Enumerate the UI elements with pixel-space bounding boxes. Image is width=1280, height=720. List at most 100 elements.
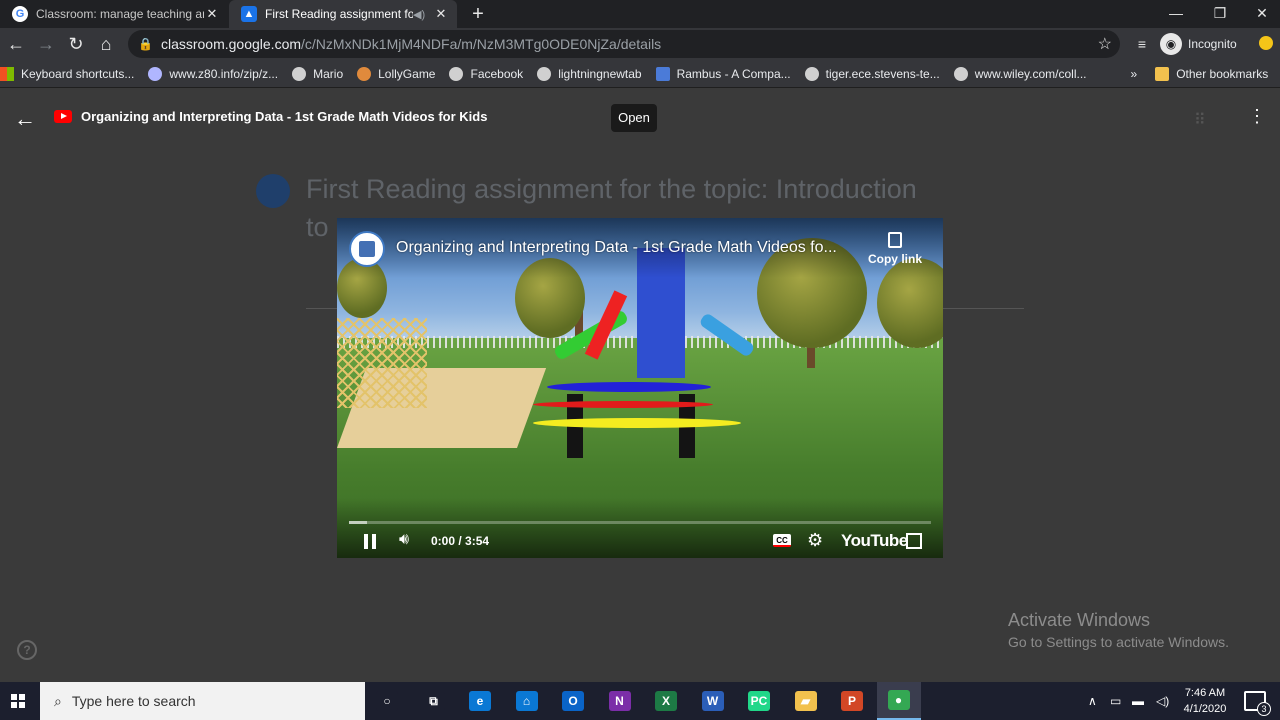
taskbar-outlook-icon[interactable]: O — [551, 682, 595, 720]
clock[interactable]: 7:46 AM 4/1/2020 — [1180, 685, 1230, 717]
maximize-button[interactable]: ❐ — [1198, 0, 1242, 28]
lock-icon[interactable]: 🔒 — [138, 37, 153, 51]
onenote-icon: N — [608, 691, 631, 711]
bookmark-z80[interactable]: www.z80.info/zip/z... — [148, 66, 278, 81]
other-bookmarks-folder[interactable]: Other bookmarks — [1155, 66, 1268, 81]
back-button[interactable]: ← — [4, 32, 28, 56]
google-favicon-icon: G — [12, 6, 28, 22]
incognito-indicator[interactable]: ◉ Incognito — [1160, 31, 1237, 57]
taskbar-pycharm-icon[interactable]: PC — [737, 682, 781, 720]
bookmark-mario[interactable]: Mario — [292, 66, 343, 81]
taskbar-edge-icon[interactable]: e — [458, 682, 502, 720]
reload-button[interactable]: ↻ — [64, 32, 88, 56]
taskbar-file-explorer-icon[interactable]: ▰ — [784, 682, 828, 720]
time-display: 0:00 / 3:54 — [431, 534, 490, 548]
bookmark-rambus[interactable]: Rambus - A Compa... — [655, 66, 791, 81]
tab-classroom[interactable]: G Classroom: manage teaching anc ✕ — [0, 0, 228, 28]
excel-icon: X — [655, 691, 677, 711]
taskbar-store-icon[interactable]: ⌂ — [505, 682, 549, 720]
pycharm-icon: PC — [748, 691, 770, 711]
taskbar-search[interactable]: ⌕ Type here to search — [40, 682, 365, 720]
channel-avatar[interactable] — [349, 231, 385, 267]
action-center-icon[interactable]: 3 — [1244, 691, 1271, 716]
globe-icon — [804, 66, 819, 81]
table-bench-yellow — [533, 418, 741, 428]
copy-icon — [888, 232, 902, 248]
bookmark-facebook[interactable]: Facebook — [449, 66, 524, 81]
lollygame-icon — [357, 66, 372, 81]
windows-logo-icon — [0, 66, 14, 81]
bookmark-wiley[interactable]: www.wiley.com/coll... — [953, 66, 1087, 81]
taskbar-chrome-icon[interactable]: ● — [876, 682, 921, 720]
captions-button[interactable]: CC — [773, 534, 791, 547]
word-icon: W — [701, 691, 724, 711]
rambus-icon — [655, 66, 670, 81]
chrome-icon: ● — [887, 690, 910, 710]
forward-button[interactable]: → — [34, 32, 58, 56]
help-icon[interactable]: ? — [17, 640, 37, 660]
youtube-logo-button[interactable]: YouTube — [841, 531, 908, 551]
bookmark-label: LollyGame — [378, 66, 436, 81]
globe-icon — [292, 66, 307, 81]
search-icon: ⌕ — [54, 692, 62, 709]
bookmark-label: Keyboard shortcuts... — [21, 66, 135, 81]
viewer-title: Organizing and Interpreting Data - 1st G… — [81, 109, 488, 124]
close-window-button[interactable]: ✕ — [1240, 0, 1280, 28]
bookmark-stevens[interactable]: tiger.ece.stevens-te... — [804, 66, 940, 81]
tab-assignment[interactable]: ▲ First Reading assignment for ◀) ✕ — [229, 0, 457, 28]
video-player[interactable]: Organizing and Interpreting Data - 1st G… — [337, 218, 943, 558]
copy-link-button[interactable]: Copy link — [867, 232, 923, 266]
new-tab-button[interactable]: + — [466, 2, 490, 26]
clock-date: 4/1/2020 — [1183, 703, 1227, 715]
taskbar-cortana-icon[interactable]: ○ — [365, 682, 409, 720]
pause-button[interactable] — [361, 531, 381, 553]
notification-count: 3 — [1257, 702, 1271, 716]
globe-icon — [449, 66, 464, 81]
minimize-button[interactable]: — — [1154, 0, 1198, 28]
climbing-frame — [337, 318, 427, 408]
bookmark-keyboard-shortcuts[interactable]: Keyboard shortcuts... — [0, 66, 135, 81]
player-video-title[interactable]: Organizing and Interpreting Data - 1st G… — [396, 239, 837, 257]
tab-strip: G Classroom: manage teaching anc ✕ ▲ Fir… — [0, 0, 1280, 28]
start-button[interactable] — [0, 682, 38, 720]
mute-tab-icon[interactable]: ◀) — [413, 8, 429, 21]
bookmark-star-icon[interactable]: ☆ — [1098, 34, 1112, 54]
battery-icon[interactable]: ▬ — [1132, 682, 1144, 720]
taskbar-onenote-icon[interactable]: N — [598, 682, 642, 720]
tray-overflow-icon[interactable]: ∧ — [1088, 682, 1097, 720]
bookmarks-bar: Keyboard shortcuts... www.z80.info/zip/z… — [0, 60, 1280, 88]
assignment-icon — [256, 174, 290, 208]
task-view-icon: ⧉ — [422, 691, 445, 711]
taskbar-powerpoint-icon[interactable]: P — [830, 682, 874, 720]
settings-gear-icon[interactable]: ⚙ — [807, 530, 823, 551]
store-icon: ⌂ — [515, 691, 538, 711]
wiley-icon — [953, 66, 968, 81]
extension-icon[interactable] — [1254, 32, 1278, 56]
network-icon[interactable]: ▭ — [1110, 682, 1121, 720]
apps-grid-icon[interactable]: ⠿ — [1194, 110, 1210, 129]
close-tab-icon[interactable]: ✕ — [204, 6, 220, 22]
windows-logo-icon — [11, 694, 17, 700]
close-tab-icon[interactable]: ✕ — [433, 6, 449, 22]
open-button[interactable]: Open — [611, 104, 657, 132]
bookmark-label: www.wiley.com/coll... — [974, 66, 1087, 81]
address-bar[interactable]: 🔒 classroom.google.com/c/NzMxNDk1MjM4NDF… — [128, 30, 1120, 58]
more-options-icon[interactable]: ⋮ — [1248, 106, 1266, 127]
bookmarks-overflow-button[interactable]: » — [1131, 67, 1138, 81]
taskbar-word-icon[interactable]: W — [691, 682, 735, 720]
taskbar-task-view-icon[interactable]: ⧉ — [412, 682, 456, 720]
media-control-icon[interactable]: ≡ — [1130, 32, 1154, 56]
bookmark-label: Facebook — [470, 66, 524, 81]
taskbar-excel-icon[interactable]: X — [644, 682, 688, 720]
classroom-favicon-icon: ▲ — [241, 6, 257, 22]
speaker-icon[interactable]: ◁) — [1156, 682, 1169, 720]
volume-icon[interactable]: 🔊︎ — [399, 531, 409, 549]
bookmark-lightningnewtab[interactable]: lightningnewtab — [537, 66, 642, 81]
bookmark-label: lightningnewtab — [558, 66, 642, 81]
close-viewer-button[interactable]: ← — [14, 106, 36, 132]
incognito-label: Incognito — [1188, 37, 1237, 51]
fullscreen-icon[interactable] — [906, 533, 922, 549]
progress-bar[interactable] — [349, 521, 931, 524]
home-button[interactable]: ⌂ — [94, 32, 118, 56]
bookmark-lollygame[interactable]: LollyGame — [357, 66, 436, 81]
